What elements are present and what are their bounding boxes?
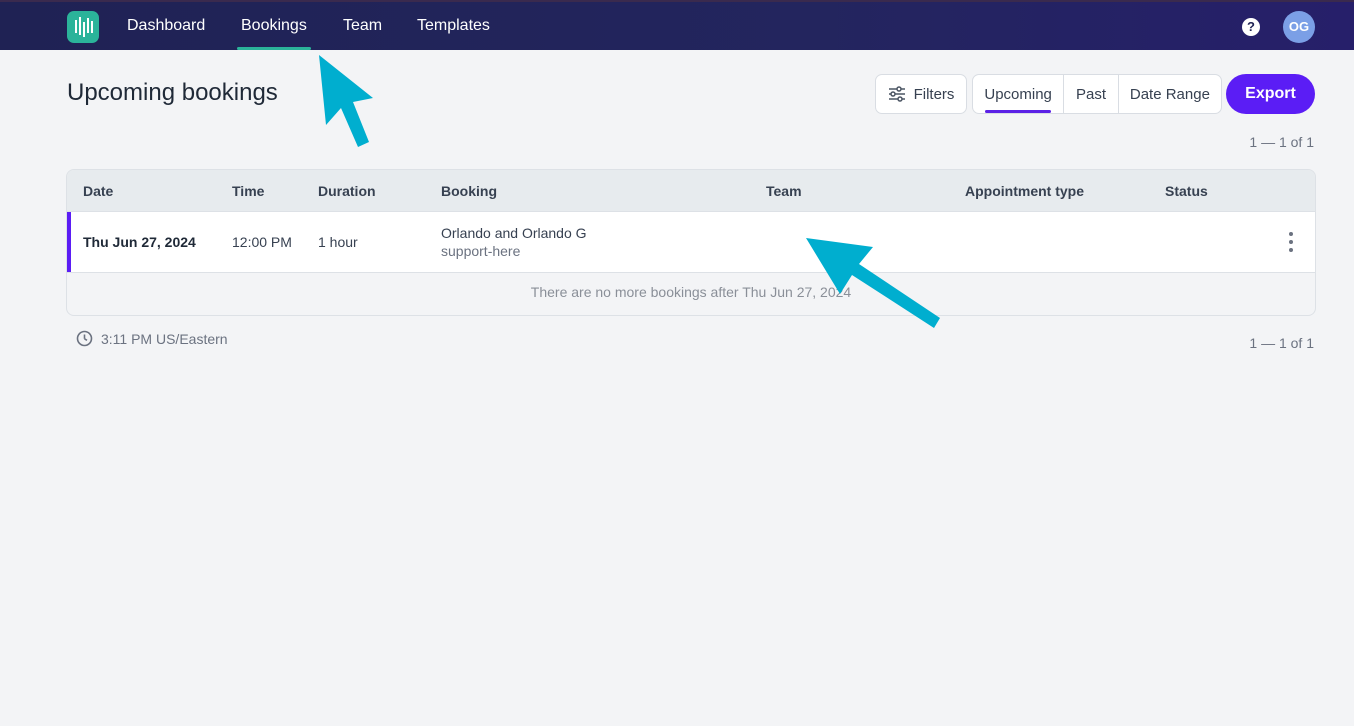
table-row[interactable]: Thu Jun 27, 2024 12:00 PM 1 hour Orlando… (67, 212, 1315, 273)
nav-team[interactable]: Team (343, 2, 382, 50)
column-booking[interactable]: Booking (441, 170, 497, 212)
pagination-top: 1 — 1 of 1 (1249, 134, 1314, 150)
more-vertical-icon[interactable] (1285, 232, 1297, 252)
nav-bookings[interactable]: Bookings (237, 2, 311, 50)
column-status[interactable]: Status (1165, 170, 1208, 212)
export-button[interactable]: Export (1226, 74, 1315, 114)
page-title: Upcoming bookings (67, 79, 278, 106)
segment-past[interactable]: Past (1064, 75, 1119, 113)
row-date: Thu Jun 27, 2024 (83, 234, 196, 250)
top-navigation: Dashboard Bookings Team Templates ? OG (0, 0, 1354, 50)
filters-label: Filters (913, 85, 955, 103)
clock-icon (76, 330, 93, 347)
segment-upcoming[interactable]: Upcoming (973, 75, 1065, 113)
column-team[interactable]: Team (766, 170, 802, 212)
table-header: Date Time Duration Booking Team Appointm… (67, 170, 1315, 212)
app-logo-icon[interactable] (67, 11, 99, 43)
column-appointment-type[interactable]: Appointment type (965, 170, 1084, 212)
timezone-label: 3:11 PM US/Eastern (101, 330, 228, 347)
annotation-arrow-icon (319, 55, 373, 147)
avatar[interactable]: OG (1283, 11, 1315, 43)
nav-dashboard[interactable]: Dashboard (127, 2, 205, 50)
timezone-display: 3:11 PM US/Eastern (76, 330, 228, 347)
row-booking-title: Orlando and Orlando G (441, 225, 587, 241)
pagination-bottom: 1 — 1 of 1 (1249, 335, 1314, 351)
no-more-bookings-note: There are no more bookings after Thu Jun… (530, 284, 852, 300)
segment-date-range[interactable]: Date Range (1119, 75, 1221, 113)
row-booking-subtitle: support-here (441, 243, 521, 259)
filters-sliders-icon (888, 86, 905, 102)
column-duration[interactable]: Duration (318, 170, 376, 212)
date-range-segmented-control: Upcoming Past Date Range (972, 74, 1222, 114)
row-duration: 1 hour (318, 234, 358, 250)
nav-templates[interactable]: Templates (417, 2, 490, 50)
column-date[interactable]: Date (83, 170, 113, 212)
column-time[interactable]: Time (232, 170, 264, 212)
row-time: 12:00 PM (232, 234, 292, 250)
filters-button[interactable]: Filters (875, 74, 967, 114)
annotation-arrow-icon (806, 238, 940, 328)
help-icon[interactable]: ? (1242, 18, 1260, 36)
bookings-table: Date Time Duration Booking Team Appointm… (66, 169, 1316, 316)
